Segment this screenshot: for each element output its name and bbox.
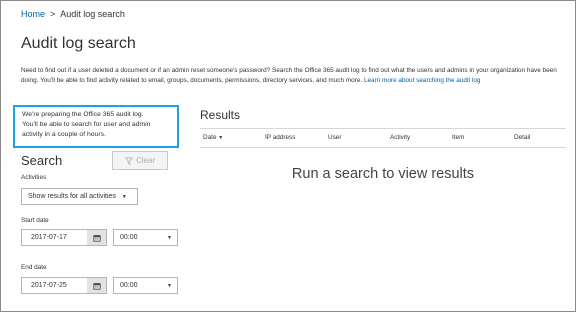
clear-button-label: Clear	[135, 156, 156, 165]
clear-filter-icon	[124, 156, 133, 165]
end-date-input[interactable]: 2017-07-25	[21, 277, 107, 294]
activities-label: Activities	[21, 174, 47, 181]
column-header-ip-address[interactable]: IP address	[265, 134, 295, 141]
results-table-header: Date ▼ IP address User Activity Item Det…	[200, 128, 566, 148]
column-header-detail[interactable]: Detail	[514, 134, 530, 141]
start-date-value: 2017-07-17	[31, 234, 67, 241]
column-header-user[interactable]: User	[328, 134, 342, 141]
activities-value: Show results for all activities	[28, 193, 116, 200]
start-time-value: 00:00	[120, 234, 138, 241]
end-time-select[interactable]: 00:00 ▼	[113, 277, 178, 294]
caret-down-icon: ▼	[121, 193, 127, 200]
clear-button[interactable]: Clear	[112, 151, 168, 170]
sort-down-icon: ▼	[218, 135, 224, 141]
calendar-icon[interactable]	[87, 230, 106, 245]
end-date-label: End date	[21, 264, 47, 271]
page-title: Audit log search	[21, 35, 136, 52]
empty-results-message: Run a search to view results	[291, 166, 475, 182]
intro-text: Need to find out if a user deleted a doc…	[21, 66, 566, 85]
breadcrumb: Home > Audit log search	[21, 9, 125, 19]
start-date-label: Start date	[21, 217, 49, 224]
breadcrumb-current: Audit log search	[60, 9, 125, 19]
preparing-notice: We're preparing the Office 365 audit log…	[13, 105, 179, 148]
activities-dropdown[interactable]: Show results for all activities ▼	[21, 188, 138, 205]
calendar-icon[interactable]	[87, 278, 106, 293]
end-time-value: 00:00	[120, 282, 138, 289]
notice-line-3: activity in a couple of hours.	[22, 131, 106, 138]
column-header-date[interactable]: Date ▼	[203, 134, 223, 141]
start-time-select[interactable]: 00:00 ▼	[113, 229, 178, 246]
results-heading: Results	[200, 108, 241, 122]
breadcrumb-separator: >	[50, 9, 56, 19]
search-heading: Search	[21, 153, 63, 168]
end-date-value: 2017-07-25	[31, 282, 67, 289]
column-label-date: Date	[203, 134, 217, 141]
notice-line-1: We're preparing the Office 365 audit log…	[22, 111, 144, 118]
column-header-item[interactable]: Item	[452, 134, 464, 141]
caret-down-icon: ▼	[167, 282, 172, 289]
column-header-activity[interactable]: Activity	[390, 134, 410, 141]
notice-line-2: You'll be able to search for user and ad…	[22, 121, 151, 128]
start-date-input[interactable]: 2017-07-17	[21, 229, 107, 246]
learn-more-link[interactable]: Learn more about searching the audit log	[364, 77, 481, 84]
breadcrumb-home-link[interactable]: Home	[21, 9, 45, 19]
caret-down-icon: ▼	[167, 234, 172, 241]
